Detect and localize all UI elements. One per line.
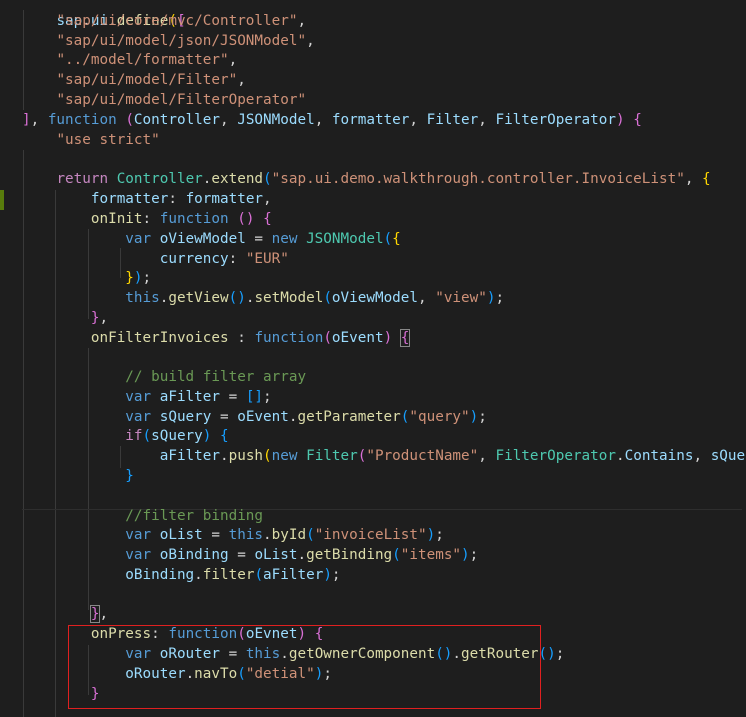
code-line[interactable]: var aFilter = []; xyxy=(22,388,271,408)
code-line[interactable]: formatter: formatter, xyxy=(22,190,272,210)
code-line[interactable]: "sap/ui/model/FilterOperator" xyxy=(22,91,306,111)
code-line[interactable]: "sap/ui/model/json/JSONModel", xyxy=(22,32,314,52)
code-line[interactable]: }); xyxy=(22,269,151,289)
code-line[interactable]: // build filter array xyxy=(22,368,306,388)
code-line[interactable]: onInit: function () { xyxy=(22,210,272,230)
code-line[interactable]: "sap/ui/core/mvc/Controller", xyxy=(22,12,306,32)
code-line[interactable]: onFilterInvoices : function(oEvent) { xyxy=(22,329,411,349)
code-line[interactable]: var oBinding = oList.getBinding("items")… xyxy=(22,546,478,566)
code-line[interactable]: aFilter.push(new Filter("ProductName", F… xyxy=(22,447,746,467)
highlight-annotation-box xyxy=(68,625,541,709)
code-line[interactable]: ], function (Controller, JSONModel, form… xyxy=(22,111,642,131)
code-line[interactable]: var oViewModel = new JSONModel({ xyxy=(22,230,400,250)
code-line[interactable]: return Controller.extend("sap.ui.demo.wa… xyxy=(22,170,710,190)
code-line[interactable]: var oList = this.byId("invoiceList"); xyxy=(22,526,444,546)
code-line[interactable]: this.getView().setModel(oViewModel, "vie… xyxy=(22,289,504,309)
code-line[interactable]: }, xyxy=(22,309,108,329)
token-string: "sap/ui/core/mvc/Controller" xyxy=(56,13,298,29)
token-comment: // build filter array xyxy=(125,369,307,385)
code-line[interactable]: "use strict" xyxy=(22,131,159,151)
code-line[interactable]: "sap/ui/model/Filter", xyxy=(22,71,245,91)
code-line[interactable]: sap.ui.define([ xyxy=(22,0,185,29)
code-line[interactable]: var sQuery = oEvent.getParameter("query"… xyxy=(22,408,487,428)
code-line[interactable]: }, xyxy=(22,605,108,625)
git-gutter-added-marker xyxy=(0,190,4,210)
code-line[interactable]: //filter binding xyxy=(22,507,263,527)
code-line[interactable]: "../model/formatter", xyxy=(22,51,237,71)
code-line[interactable]: oBinding.filter(aFilter); xyxy=(22,566,340,586)
code-editor[interactable]: sap.ui.define([ "sap/ui/core/mvc/Control… xyxy=(0,0,746,717)
code-line[interactable]: if(sQuery) { xyxy=(22,427,228,447)
code-line[interactable]: } xyxy=(22,467,134,487)
code-line[interactable]: currency: "EUR" xyxy=(22,250,289,270)
